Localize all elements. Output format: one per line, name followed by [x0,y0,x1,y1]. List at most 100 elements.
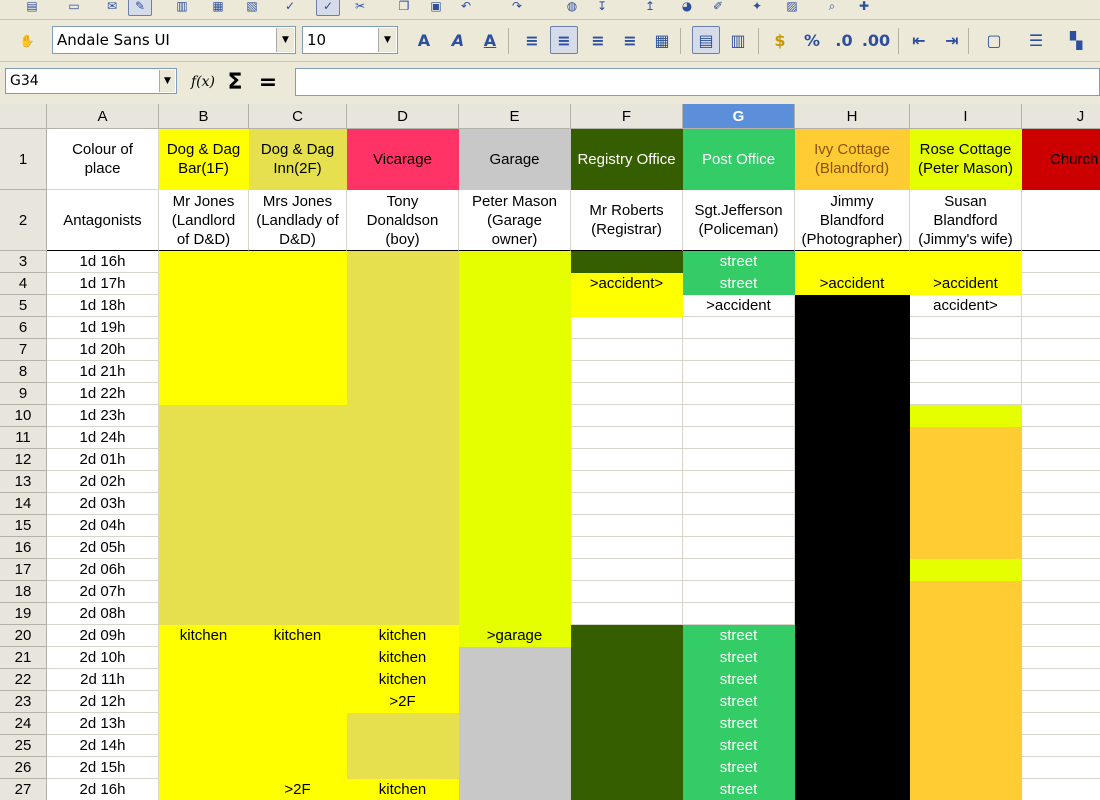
cell-A25[interactable]: 2d 14h [47,735,159,757]
cell-J9[interactable] [1022,383,1100,405]
row-header-5[interactable]: 5 [0,295,47,317]
cell-C21[interactable] [249,647,347,669]
cell-E18[interactable] [459,581,571,603]
cell-B19[interactable] [159,603,249,625]
cell-A5[interactable]: 1d 18h [47,295,159,317]
cell-I6[interactable] [910,317,1022,339]
cell-D26[interactable] [347,757,459,779]
cell-I1[interactable]: Rose Cottage (Peter Mason) [910,129,1022,190]
row-header-23[interactable]: 23 [0,691,47,713]
cell-F11[interactable] [571,427,683,449]
sort-ascending-icon[interactable]: ↧ [590,0,614,16]
percent-icon[interactable]: % [798,26,826,54]
cell-C19[interactable] [249,603,347,625]
cell-G1[interactable]: Post Office [683,129,795,190]
cell-D19[interactable] [347,603,459,625]
cell-E10[interactable] [459,405,571,427]
font-size-combo[interactable]: 10 ▼ [302,26,398,54]
paste-icon[interactable]: ▣ [424,0,448,16]
cell-D17[interactable] [347,559,459,581]
new-icon[interactable]: ▤ [20,0,44,16]
align-top-icon[interactable]: ▥ [724,26,752,54]
cell-G3[interactable]: street [683,251,795,273]
cell-B3[interactable] [159,251,249,273]
cell-H19[interactable] [795,603,910,625]
cell-F22[interactable] [571,669,683,691]
cell-E26[interactable] [459,757,571,779]
cell-A4[interactable]: 1d 17h [47,273,159,295]
cell-J27[interactable] [1022,779,1100,800]
cell-D25[interactable] [347,735,459,757]
cell-J19[interactable] [1022,603,1100,625]
cell-H24[interactable] [795,713,910,735]
row-header-18[interactable]: 18 [0,581,47,603]
cell-J25[interactable] [1022,735,1100,757]
cell-H1[interactable]: Ivy Cottage (Blandford) [795,129,910,190]
column-header-E[interactable]: E [459,104,571,129]
cell-I27[interactable] [910,779,1022,800]
cell-D7[interactable] [347,339,459,361]
cell-D10[interactable] [347,405,459,427]
add-decimal-icon[interactable]: .0 [830,26,858,54]
cell-J15[interactable] [1022,515,1100,537]
cell-G7[interactable] [683,339,795,361]
cell-C4[interactable] [249,273,347,295]
column-header-B[interactable]: B [159,104,249,129]
cell-G25[interactable]: street [683,735,795,757]
cell-F16[interactable] [571,537,683,559]
cell-G13[interactable] [683,471,795,493]
cell-I5[interactable]: accident> [910,295,1022,317]
cell-I15[interactable] [910,515,1022,537]
cell-F4[interactable]: >accident> [571,273,683,295]
formula-input[interactable] [295,68,1100,96]
cell-I24[interactable] [910,713,1022,735]
cell-C7[interactable] [249,339,347,361]
cell-H25[interactable] [795,735,910,757]
cell-J8[interactable] [1022,361,1100,383]
cell-H16[interactable] [795,537,910,559]
edit-file-icon[interactable]: ✎ [128,0,152,16]
cell-D15[interactable] [347,515,459,537]
copy-icon[interactable]: ❐ [392,0,416,16]
cell-H10[interactable] [795,405,910,427]
cell-J22[interactable] [1022,669,1100,691]
cell-I22[interactable] [910,669,1022,691]
cell-I17[interactable] [910,559,1022,581]
cell-C17[interactable] [249,559,347,581]
justify-icon[interactable]: ≡ [616,26,644,54]
row-header-11[interactable]: 11 [0,427,47,449]
row-header-26[interactable]: 26 [0,757,47,779]
cell-C24[interactable] [249,713,347,735]
cell-H4[interactable]: >accident [795,273,910,295]
cell-D8[interactable] [347,361,459,383]
cell-F6[interactable] [571,317,683,339]
cell-H5[interactable] [795,295,910,317]
cell-F25[interactable] [571,735,683,757]
cell-C27[interactable]: >2F [249,779,347,800]
cell-F14[interactable] [571,493,683,515]
gallery-icon[interactable]: ▨ [780,0,804,16]
cell-B15[interactable] [159,515,249,537]
cell-C23[interactable] [249,691,347,713]
cell-C12[interactable] [249,449,347,471]
row-header-8[interactable]: 8 [0,361,47,383]
cell-D11[interactable] [347,427,459,449]
cell-B6[interactable] [159,317,249,339]
cell-H8[interactable] [795,361,910,383]
row-header-27[interactable]: 27 [0,779,47,800]
cell-E21[interactable] [459,647,571,669]
cell-B23[interactable] [159,691,249,713]
column-header-A[interactable]: A [47,104,159,129]
cell-B22[interactable] [159,669,249,691]
spellcheck-icon[interactable]: ✓ [278,0,302,16]
cell-D2[interactable]: Tony Donaldson (boy) [347,190,459,251]
cell-J4[interactable] [1022,273,1100,295]
cell-D6[interactable] [347,317,459,339]
cell-G23[interactable]: street [683,691,795,713]
cell-G19[interactable] [683,603,795,625]
cell-I13[interactable] [910,471,1022,493]
cell-A3[interactable]: 1d 16h [47,251,159,273]
cell-F17[interactable] [571,559,683,581]
help-icon[interactable]: ✚ [852,0,876,16]
cell-D18[interactable] [347,581,459,603]
